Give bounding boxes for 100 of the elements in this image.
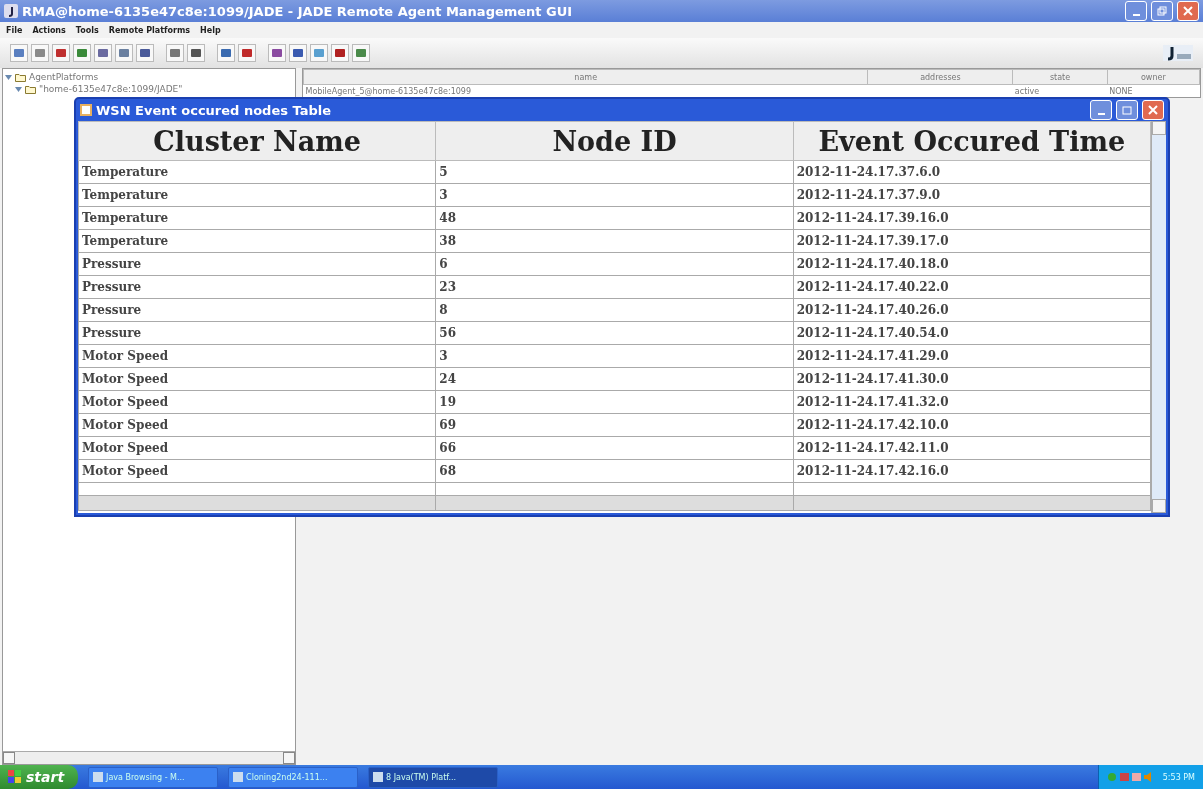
menu-item[interactable]: Tools bbox=[75, 25, 99, 35]
table-cell: 2012-11-24.17.41.29.0 bbox=[793, 344, 1151, 368]
column-header[interactable]: state bbox=[1012, 69, 1108, 85]
table-cell: 2012-11-24.17.42.11.0 bbox=[793, 436, 1151, 460]
table-cell: 2012-11-24.17.42.16.0 bbox=[793, 459, 1151, 483]
close-icon bbox=[1148, 105, 1158, 115]
restore-icon bbox=[1157, 6, 1167, 16]
close-button[interactable] bbox=[1177, 1, 1199, 21]
close-button[interactable] bbox=[1142, 100, 1164, 120]
table-cell: Pressure bbox=[78, 275, 436, 299]
table-cell: 2012-11-24.17.41.30.0 bbox=[793, 367, 1151, 391]
toolbar-icon[interactable] bbox=[115, 44, 133, 62]
table-cell: 69 bbox=[435, 413, 794, 437]
table-cell: 2012-11-24.17.41.32.0 bbox=[793, 390, 1151, 414]
toolbar-icon[interactable] bbox=[187, 44, 205, 62]
toolbar-icon[interactable] bbox=[73, 44, 91, 62]
table-cell: Temperature bbox=[78, 160, 436, 184]
table-cell: 2012-11-24.17.40.54.0 bbox=[793, 321, 1151, 345]
tree-item[interactable]: "home-6135e47c8e:1099/JADE" bbox=[15, 83, 293, 95]
folder-icon bbox=[15, 72, 26, 82]
table-cell: 6 bbox=[435, 252, 794, 276]
table-cell: 23 bbox=[435, 275, 794, 299]
table-cell: 2012-11-24.17.40.26.0 bbox=[793, 298, 1151, 322]
table-cell: Pressure bbox=[78, 252, 436, 276]
minimize-button[interactable] bbox=[1090, 100, 1112, 120]
table-cell: Motor Speed bbox=[78, 390, 436, 414]
table-cell: 68 bbox=[435, 459, 794, 483]
minimize-button[interactable] bbox=[1125, 1, 1147, 21]
windows-logo-icon bbox=[8, 770, 22, 784]
table-cell: 66 bbox=[435, 436, 794, 460]
taskbar-button[interactable]: 8 Java(TM) Platf... bbox=[368, 766, 499, 788]
table-cell: Temperature bbox=[78, 183, 436, 207]
table-cell: 56 bbox=[435, 321, 794, 345]
toolbar-icon[interactable] bbox=[31, 44, 49, 62]
toolbar-icon[interactable] bbox=[238, 44, 256, 62]
table-cell: 38 bbox=[435, 229, 794, 253]
toolbar-icon[interactable] bbox=[166, 44, 184, 62]
close-icon bbox=[1183, 6, 1193, 16]
toolbar-icon[interactable] bbox=[136, 44, 154, 62]
menu-item[interactable]: Help bbox=[200, 25, 221, 35]
horizontal-scrollbar[interactable] bbox=[3, 751, 295, 764]
app-icon bbox=[4, 4, 18, 18]
toolbar-icon[interactable] bbox=[352, 44, 370, 62]
minimize-icon bbox=[1097, 112, 1105, 115]
toolbar-icon[interactable] bbox=[289, 44, 307, 62]
table-cell: 24 bbox=[435, 367, 794, 391]
expanded-arrow-icon[interactable] bbox=[5, 73, 12, 81]
table-cell: 5 bbox=[435, 160, 794, 184]
logo-icon bbox=[1163, 45, 1193, 61]
table-cell: 2012-11-24.17.37.9.0 bbox=[793, 183, 1151, 207]
vertical-scrollbar[interactable] bbox=[1151, 121, 1166, 513]
table-cell: Pressure bbox=[78, 298, 436, 322]
table-cell: 2012-11-24.17.39.17.0 bbox=[793, 229, 1151, 253]
app-icon bbox=[233, 772, 244, 782]
tray-icons[interactable] bbox=[1106, 771, 1153, 783]
table-cell: Temperature bbox=[78, 206, 436, 230]
table-cell: 2012-11-24.17.42.10.0 bbox=[793, 413, 1151, 437]
tree-item[interactable]: AgentPlatforms bbox=[5, 71, 293, 83]
maximize-icon bbox=[1122, 105, 1132, 115]
maximize-button[interactable] bbox=[1116, 100, 1138, 120]
table-cell: 19 bbox=[435, 390, 794, 414]
column-header[interactable]: Cluster Name bbox=[78, 121, 436, 161]
toolbar-icon[interactable] bbox=[331, 44, 349, 62]
table-cell: Motor Speed bbox=[78, 367, 436, 391]
table-cell: active bbox=[1012, 84, 1108, 97]
column-header[interactable]: owner bbox=[1107, 69, 1200, 85]
menu-item[interactable]: Actions bbox=[32, 25, 66, 35]
menu-item[interactable]: File bbox=[6, 25, 23, 35]
table-cell: NONE bbox=[1107, 84, 1200, 97]
folder-icon bbox=[25, 84, 36, 94]
column-header[interactable]: name bbox=[303, 69, 868, 85]
toolbar-icon[interactable] bbox=[52, 44, 70, 62]
table-cell: Motor Speed bbox=[78, 344, 436, 368]
menu-item[interactable]: Remote Platforms bbox=[108, 25, 191, 35]
dialog-title: WSN Event occured nodes Table bbox=[96, 102, 333, 118]
table-cell: 48 bbox=[435, 206, 794, 230]
table-cell: 2012-11-24.17.37.6.0 bbox=[793, 160, 1151, 184]
expanded-arrow-icon[interactable] bbox=[15, 85, 22, 93]
column-header[interactable]: Event Occured Time bbox=[793, 121, 1151, 161]
table-cell: 2012-11-24.17.40.22.0 bbox=[793, 275, 1151, 299]
column-header[interactable]: addresses bbox=[867, 69, 1013, 85]
window-icon bbox=[80, 104, 92, 116]
table-cell: 3 bbox=[435, 344, 794, 368]
column-header[interactable]: Node ID bbox=[435, 121, 794, 161]
table-cell: Motor Speed bbox=[78, 459, 436, 483]
table-cell: Motor Speed bbox=[78, 436, 436, 460]
app-icon bbox=[93, 772, 104, 782]
restore-button[interactable] bbox=[1151, 1, 1173, 21]
table-cell: Temperature bbox=[78, 229, 436, 253]
table-cell: 3 bbox=[435, 183, 794, 207]
toolbar-icon[interactable] bbox=[217, 44, 235, 62]
table-cell: Motor Speed bbox=[78, 413, 436, 437]
toolbar-icon[interactable] bbox=[268, 44, 286, 62]
toolbar-icon[interactable] bbox=[10, 44, 28, 62]
clock: 5:53 PM bbox=[1162, 772, 1195, 782]
table-cell: MobileAgent_5@home-6135e47c8e:1099 bbox=[303, 84, 868, 97]
table-cell: 2012-11-24.17.40.18.0 bbox=[793, 252, 1151, 276]
toolbar-icon[interactable] bbox=[94, 44, 112, 62]
window-title: RMA@home-6135e47c8e:1099/JADE - JADE Remote Agent Management GUI bbox=[22, 3, 574, 19]
minimize-icon bbox=[1132, 13, 1140, 16]
